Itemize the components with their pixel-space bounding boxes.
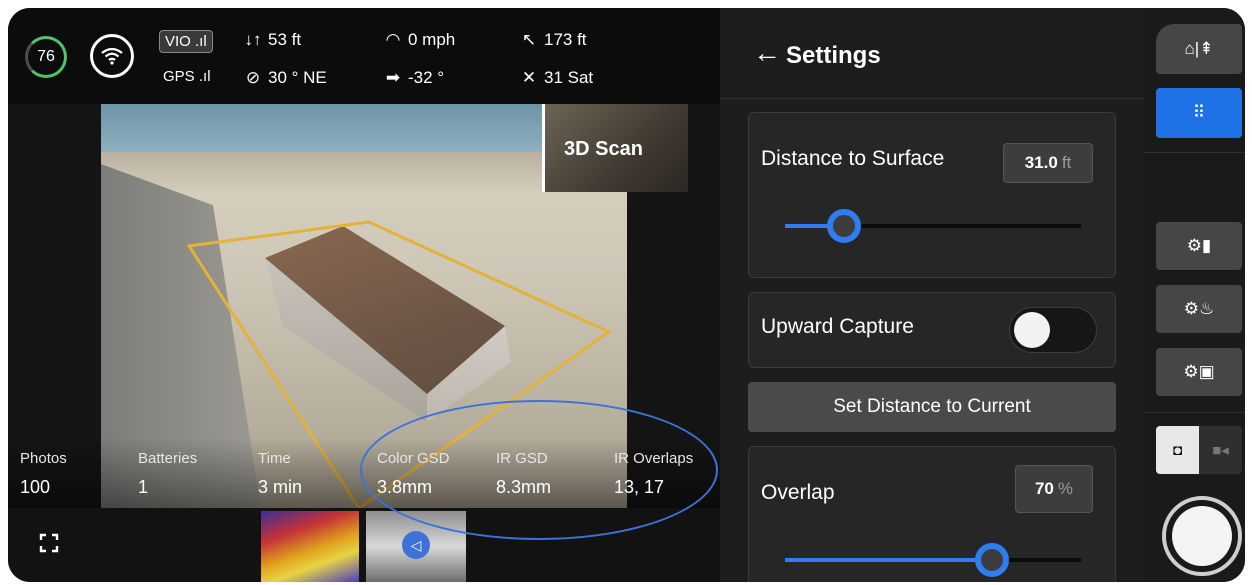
- thermal-thumbnail[interactable]: [261, 511, 359, 582]
- stat-time: Time 3 min: [258, 450, 302, 498]
- app-frame: 76 VIO .ıl GPS .ıl ↓↑ 53 ft ⊘ 30 ° NE ◠ 0 m…: [8, 8, 1245, 582]
- satellite-icon: ✕: [521, 68, 537, 87]
- overlap-value: 70: [1034, 479, 1054, 498]
- overlap-unit: %: [1057, 479, 1074, 498]
- settings-panel: ← Settings Distance to Surface 31.0 ft Up…: [720, 8, 1144, 582]
- gps-indicator: GPS .ıl: [163, 68, 211, 85]
- stat-label: Time: [258, 450, 291, 467]
- upward-capture-label: Upward Capture: [761, 315, 914, 338]
- settings-header: ← Settings: [720, 8, 1144, 99]
- battery-ring-icon: 76: [25, 36, 67, 78]
- scan-preview-divider: [542, 104, 545, 192]
- gps-label: GPS: [163, 68, 195, 85]
- highlight-ellipse: [360, 400, 718, 540]
- right-rail: ⌂|⇞ ⠿ ⚙▮ ⚙♨ ⚙▣ ◘ ■◂: [1144, 8, 1245, 582]
- speed-value: 0 mph: [408, 30, 456, 49]
- altitude-readout: ↓↑ 53 ft: [244, 30, 302, 50]
- vio-indicator: VIO .ıl: [159, 30, 213, 53]
- distance-value: 173 ft: [544, 30, 587, 49]
- set-distance-button[interactable]: Set Distance to Current: [748, 382, 1116, 432]
- overlap-value-box[interactable]: 70%: [1015, 465, 1093, 513]
- distance-to-surface-card: Distance to Surface 31.0 ft: [748, 112, 1116, 278]
- stat-value: 100: [20, 477, 51, 497]
- settings-title: Settings: [786, 42, 881, 69]
- satellite-readout: ✕ 31 Sat: [520, 68, 593, 88]
- home-return-button[interactable]: ⌂|⇞: [1156, 24, 1242, 74]
- back-arrow-icon[interactable]: ←: [753, 38, 781, 68]
- stat-label: Batteries: [138, 450, 198, 467]
- gimbal-icon: ➡: [385, 68, 401, 87]
- gimbal-readout: ➡ -32 °: [384, 68, 444, 88]
- distance-value: 31.0: [1024, 153, 1058, 172]
- signal-bars-icon: .ıl: [198, 68, 211, 85]
- stat-value: 3 min: [258, 477, 303, 497]
- overlap-card: Overlap 70%: [748, 446, 1116, 582]
- rail-divider: [1144, 152, 1245, 153]
- distance-icon: ↖: [521, 30, 537, 49]
- home-return-icon: ⌂|⇞: [1184, 39, 1214, 58]
- stat-photos: Photos 100: [20, 450, 67, 498]
- settings-camera-icon: ⚙▣: [1183, 362, 1215, 381]
- signal-bars-icon: .ıl: [195, 33, 207, 50]
- distance-slider-knob[interactable]: [827, 209, 862, 243]
- stat-value: 1: [138, 477, 149, 497]
- camera-icon[interactable]: ◘: [1156, 426, 1199, 474]
- status-bar: 76 VIO .ıl GPS .ıl ↓↑ 53 ft ⊘ 30 ° NE ◠ 0 m…: [8, 8, 720, 104]
- overlap-label: Overlap: [761, 481, 835, 504]
- capture-mode-switch[interactable]: ◘ ■◂: [1156, 426, 1242, 474]
- distance-unit: ft: [1061, 153, 1072, 172]
- distance-label: Distance to Surface: [761, 147, 945, 170]
- map-settings-button[interactable]: ⚙▮: [1156, 222, 1242, 270]
- overlap-slider-fill: [785, 558, 993, 562]
- thermal-settings-button[interactable]: ⚙♨: [1156, 285, 1242, 333]
- shutter-button[interactable]: [1172, 506, 1232, 566]
- altitude-value: 53 ft: [268, 30, 302, 49]
- altitude-icon: ↓↑: [244, 30, 262, 49]
- grid-menu-button[interactable]: ⠿: [1156, 88, 1242, 138]
- upward-capture-card: Upward Capture: [748, 292, 1116, 368]
- battery-percentage: 76: [37, 48, 55, 65]
- settings-map-icon: ⚙▮: [1186, 236, 1212, 255]
- speedometer-icon: ◠: [385, 30, 401, 49]
- scan-mode-label: 3D Scan: [564, 138, 643, 160]
- heading-value: 30 ° NE: [268, 68, 327, 87]
- overlap-slider-knob[interactable]: [975, 543, 1010, 577]
- stat-label: Photos: [20, 450, 67, 467]
- shutter-icon[interactable]: [1162, 496, 1242, 576]
- vio-label: VIO: [165, 33, 191, 50]
- drone-position-icon: ◁: [402, 531, 430, 559]
- video-icon[interactable]: ■◂: [1199, 426, 1242, 474]
- distance-readout: ↖ 173 ft: [520, 30, 587, 50]
- toggle-thumb: [1014, 312, 1050, 348]
- upward-capture-toggle[interactable]: [1009, 307, 1097, 353]
- grid-icon: ⠿: [1192, 103, 1206, 122]
- scan-preview[interactable]: 3D Scan: [542, 104, 688, 192]
- wifi-icon: [90, 34, 134, 78]
- stat-batteries: Batteries 1: [138, 450, 197, 498]
- expand-icon[interactable]: [39, 533, 59, 559]
- rail-divider: [1144, 412, 1245, 413]
- camera-settings-button[interactable]: ⚙▣: [1156, 348, 1242, 396]
- satellite-value: 31 Sat: [544, 68, 594, 87]
- speed-readout: ◠ 0 mph: [384, 30, 456, 50]
- gimbal-value: -32 °: [408, 68, 445, 87]
- compass-icon: ⊘: [245, 68, 261, 87]
- settings-fire-icon: ⚙♨: [1183, 299, 1215, 318]
- heading-readout: ⊘ 30 ° NE: [244, 68, 327, 88]
- distance-value-box[interactable]: 31.0 ft: [1003, 143, 1093, 183]
